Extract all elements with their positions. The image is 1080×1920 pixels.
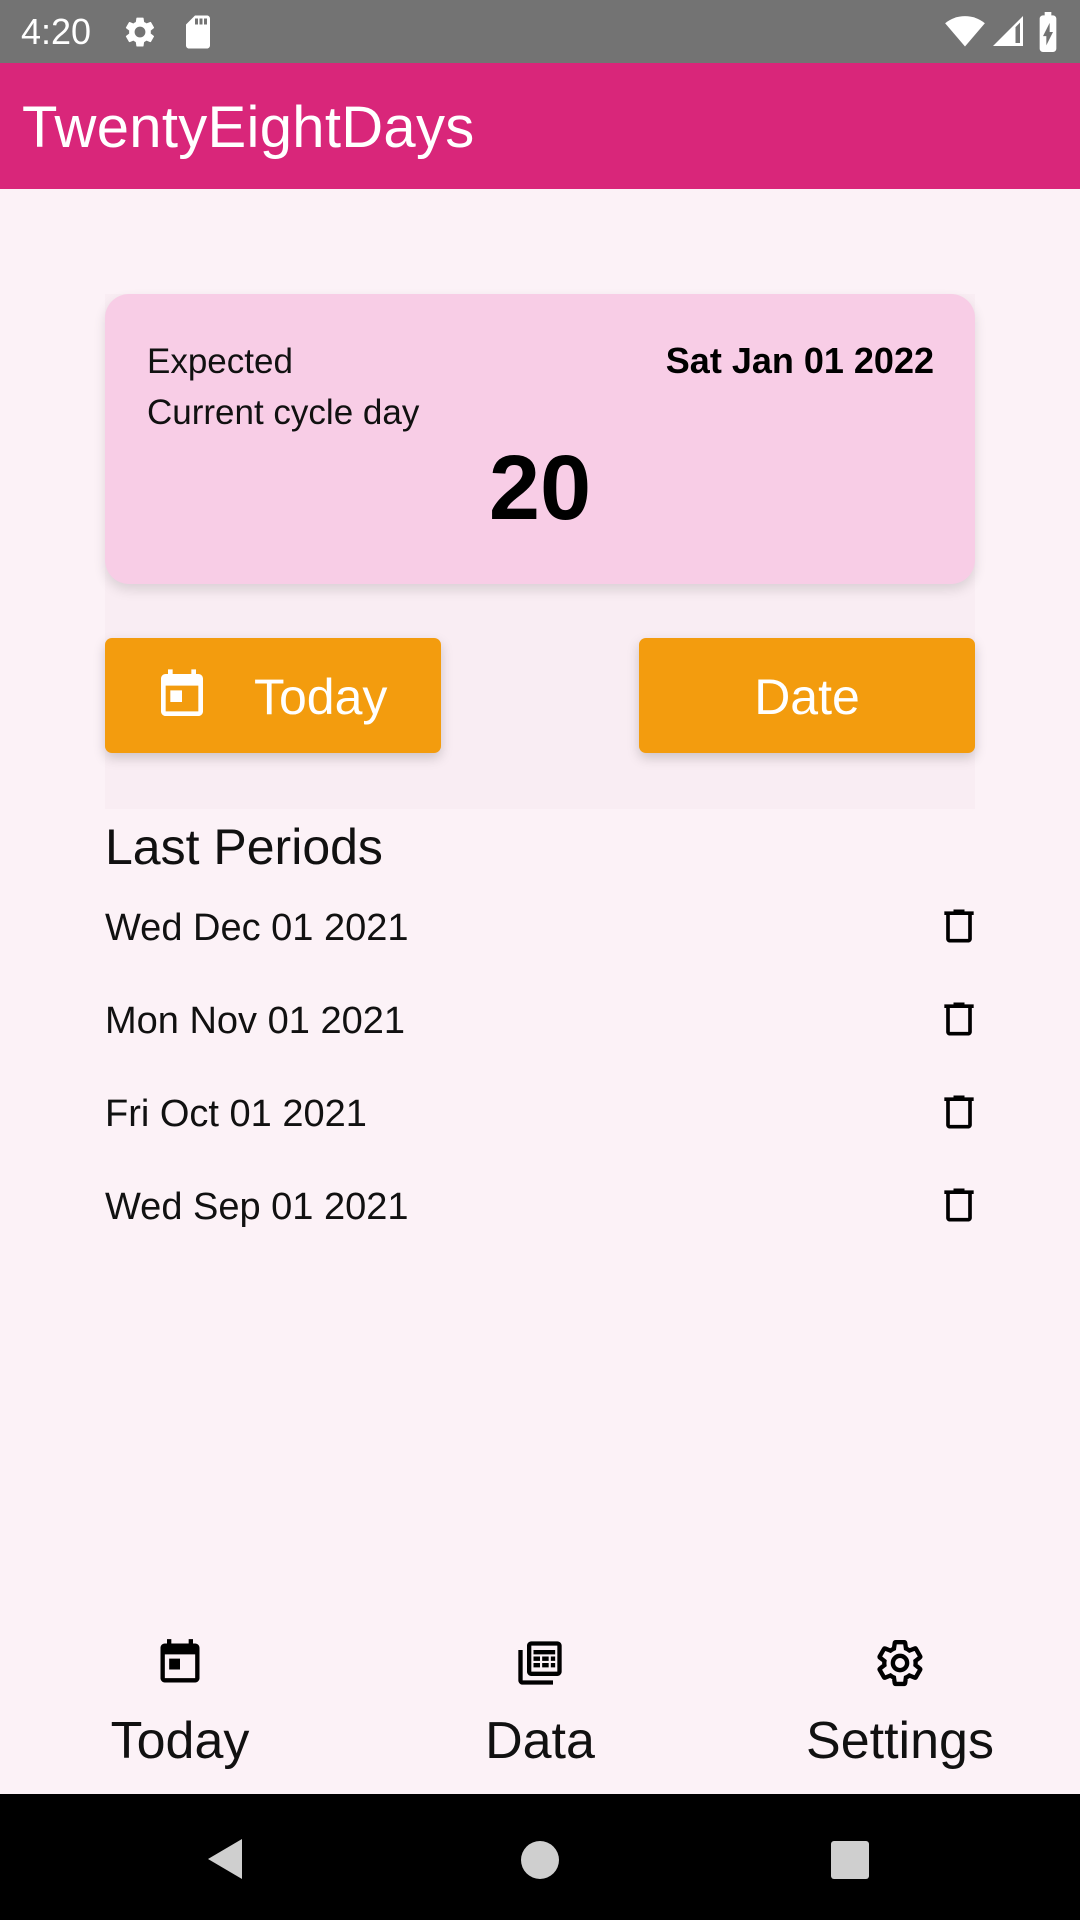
status-bar: 4:20 <box>0 0 1080 63</box>
delete-icon[interactable] <box>937 997 981 1041</box>
app-title: TwentyEightDays <box>22 95 475 160</box>
settings-gear-icon <box>877 1640 923 1687</box>
status-time: 4:20 <box>21 11 92 52</box>
list-item: Wed Sep 01 2021 <box>105 1169 975 1262</box>
recents-icon[interactable] <box>830 1840 870 1880</box>
nav-item-today[interactable]: Today <box>0 1620 360 1794</box>
period-list: Wed Dec 01 2021 Mon Nov 01 2021 Fri Oct … <box>105 890 975 1262</box>
cycle-card: Expected Sat Jan 01 2022 Current cycle d… <box>105 294 975 584</box>
delete-icon[interactable] <box>937 1090 981 1134</box>
date-button-label: Date <box>754 669 860 725</box>
date-button[interactable]: Date <box>639 638 975 753</box>
cycle-day-value: 20 <box>488 437 592 539</box>
sd-card-icon <box>186 15 210 49</box>
wifi-icon <box>945 16 985 47</box>
period-date: Fri Oct 01 2021 <box>105 1093 367 1135</box>
nav-label-data: Data <box>485 1712 595 1770</box>
expected-label: Expected <box>147 342 293 381</box>
data-table-icon <box>518 1641 562 1685</box>
last-periods-title: Last Periods <box>105 819 383 875</box>
list-item: Mon Nov 01 2021 <box>105 983 975 1076</box>
home-icon[interactable] <box>520 1840 560 1880</box>
delete-icon[interactable] <box>937 1183 981 1227</box>
list-item: Fri Oct 01 2021 <box>105 1076 975 1169</box>
today-button-label: Today <box>254 669 388 725</box>
period-date: Wed Sep 01 2021 <box>105 1186 409 1228</box>
expected-date: Sat Jan 01 2022 <box>665 340 934 381</box>
battery-charging-icon <box>1039 12 1057 52</box>
bottom-navigation: Today Data Settings <box>0 1620 1080 1794</box>
period-date: Mon Nov 01 2021 <box>105 1000 405 1042</box>
signal-icon <box>993 16 1023 46</box>
nav-item-data[interactable]: Data <box>360 1620 720 1794</box>
cycle-day-label: Current cycle day <box>147 393 420 432</box>
screen: 4:20 TwentyEightDays Expected Sat Jan 01… <box>0 0 1080 1920</box>
back-icon[interactable] <box>204 1837 246 1881</box>
nav-item-settings[interactable]: Settings <box>720 1620 1080 1794</box>
calendar-today-icon <box>160 1639 200 1683</box>
calendar-icon <box>161 669 203 716</box>
list-item: Wed Dec 01 2021 <box>105 890 975 983</box>
nav-label-settings: Settings <box>806 1712 994 1770</box>
app-bar: TwentyEightDays <box>0 63 1080 189</box>
period-date: Wed Dec 01 2021 <box>105 907 409 949</box>
gear-icon <box>125 17 155 47</box>
today-button[interactable]: Today <box>105 638 441 753</box>
system-navigation-bar <box>0 1794 1080 1920</box>
nav-label-today: Today <box>110 1712 250 1770</box>
delete-icon[interactable] <box>937 904 981 948</box>
